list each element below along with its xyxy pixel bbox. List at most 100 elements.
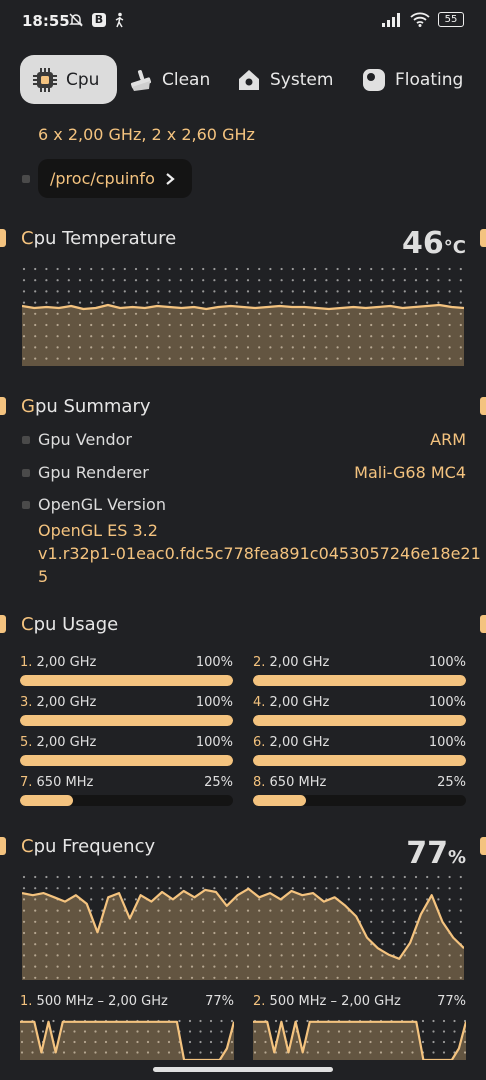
grid-dot: [52, 1030, 55, 1033]
tab-clean-label: Clean: [162, 69, 211, 90]
grid-dot: [448, 920, 451, 923]
section-marker: [0, 397, 6, 415]
tab-cpu-label: Cpu: [66, 69, 100, 90]
cpu-usage-title: Cpu Usage: [21, 614, 119, 635]
grid-dot: [202, 887, 205, 890]
grid-dot: [370, 875, 373, 879]
home-indicator[interactable]: [153, 1067, 333, 1072]
core-frequency: 2,00 GHz: [32, 695, 97, 710]
grid-dot: [123, 898, 126, 901]
grid-dot: [336, 887, 339, 890]
grid-dot: [325, 290, 328, 293]
grid-dot: [258, 267, 261, 271]
grid-dot: [421, 1030, 425, 1033]
grid-dot: [246, 267, 250, 271]
core-3-usage-pct: 100%: [195, 695, 233, 710]
broom-icon: [130, 69, 152, 91]
chevron-right-icon: [166, 172, 175, 185]
bullet: [22, 501, 30, 509]
grid-dot: [179, 290, 182, 293]
section-marker: [480, 837, 486, 855]
grid-dot: [202, 301, 205, 304]
grid-dot: [414, 887, 418, 890]
core-number: 8.: [253, 775, 266, 790]
grid-dot: [448, 290, 451, 293]
cpu-temperature-value: 46°C: [402, 226, 466, 261]
grid-dot: [134, 875, 138, 879]
grid-dot: [336, 875, 339, 879]
tab-cpu[interactable]: Cpu: [20, 55, 118, 104]
grid-dot: [134, 290, 138, 293]
tab-clean[interactable]: Clean: [128, 55, 210, 104]
grid-dot: [381, 931, 384, 935]
grid-dot: [101, 887, 104, 890]
grid-dot: [123, 290, 126, 293]
grid-dot: [280, 290, 283, 293]
grid-dot: [190, 887, 194, 890]
grid-dot: [269, 875, 272, 879]
core-1-frequency-pct: 77%: [205, 994, 234, 1009]
proc-cpuinfo-button[interactable]: /proc/cpuinfo: [38, 159, 192, 198]
grid-dot: [235, 267, 238, 271]
grid-dot: [392, 898, 395, 901]
grid-dot: [336, 290, 339, 293]
grid-dot: [403, 943, 406, 946]
core-2-usage-bar: [253, 675, 466, 686]
grid-dot: [381, 267, 384, 271]
grid-dot: [56, 279, 59, 282]
grid-dot: [274, 1030, 278, 1033]
grid-dot: [213, 887, 216, 890]
walking-icon: [115, 12, 124, 28]
grid-dot: [314, 875, 317, 879]
grid-dot: [78, 887, 82, 890]
grid-dot: [403, 898, 406, 901]
opengl-version-value: OpenGL ES 3.2 v1.r32p1-01eac0.fdc5c778fe…: [38, 521, 481, 586]
grid-dot: [302, 887, 306, 890]
grid-dot: [101, 898, 104, 901]
core-frequency: 650 MHz: [32, 775, 94, 790]
grid-dot: [459, 875, 462, 879]
gpu-summary-title: Gpu Summary: [21, 396, 151, 417]
grid-dot: [432, 1019, 435, 1023]
grid-dot: [392, 920, 395, 923]
grid-dot: [56, 301, 59, 304]
grid-dot: [291, 887, 294, 890]
grid-dot: [188, 1019, 192, 1023]
grid-dot: [280, 267, 283, 271]
grid-dot: [90, 267, 93, 271]
grid-dot: [403, 909, 406, 912]
grid-dot: [134, 898, 138, 901]
core-7-usage-bar: [20, 795, 233, 806]
grid-dot: [392, 887, 395, 890]
core-6-usage-bar: [253, 755, 466, 766]
grid-dot: [22, 887, 26, 890]
grid-dot: [34, 267, 37, 271]
grid-dot: [67, 301, 70, 304]
cpu-temperature-chart: [22, 267, 464, 366]
grid-dot: [437, 290, 440, 293]
grid-dot: [403, 290, 406, 293]
grid-dot: [432, 1030, 435, 1033]
core-6-usage-label: 6. 2,00 GHz: [253, 735, 329, 750]
grid-dot: [67, 279, 70, 282]
grid-dot: [67, 267, 70, 271]
grid-dot: [179, 279, 182, 282]
grid-dot: [34, 279, 37, 282]
core-3-usage-label: 3. 2,00 GHz: [20, 695, 96, 710]
tab-floating[interactable]: Floating: [361, 55, 463, 104]
core-1-frequency-range: 1. 500 MHz – 2,00 GHz: [20, 994, 168, 1009]
grid-dot: [358, 875, 362, 879]
tab-system[interactable]: System: [236, 55, 333, 104]
grid-dot: [258, 875, 261, 879]
section-marker: [480, 397, 486, 415]
grid-dot: [157, 301, 160, 304]
core-usage-fill: [253, 715, 466, 726]
grid-dot: [448, 875, 451, 879]
grid-dot: [213, 279, 216, 282]
grid-dot: [370, 301, 373, 304]
grid-dot: [224, 279, 227, 282]
grid-dot: [157, 290, 160, 293]
grid-dot: [403, 875, 406, 879]
opengl-version-label: OpenGL Version: [38, 495, 166, 514]
core-number: 5.: [20, 735, 33, 750]
